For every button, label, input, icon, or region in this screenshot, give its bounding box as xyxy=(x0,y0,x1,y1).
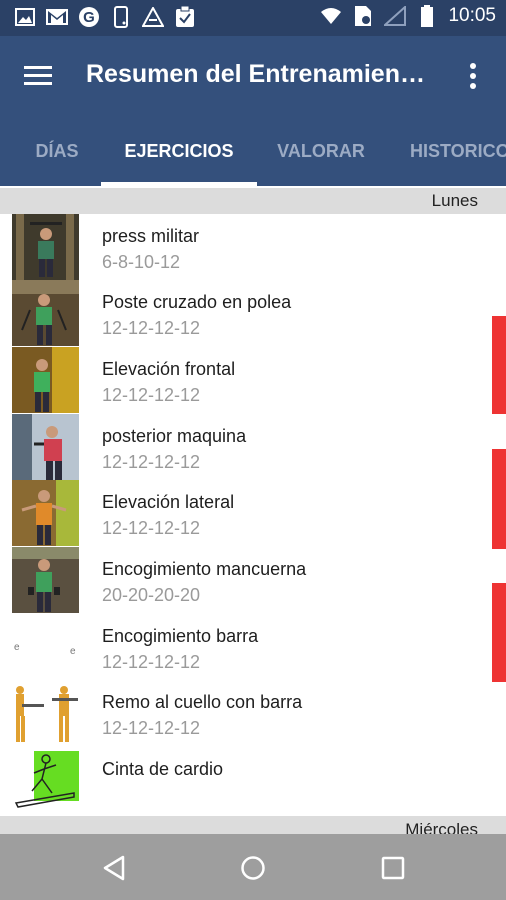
day-label: Lunes xyxy=(431,191,478,210)
hamburger-icon[interactable] xyxy=(16,54,60,98)
exercise-name: Remo al cuello con barra xyxy=(102,692,303,712)
list-item[interactable]: Remo al cuello con barra 12-12-12-12 xyxy=(0,680,506,746)
svg-text:e: e xyxy=(14,642,20,653)
exercise-name: Elevación lateral xyxy=(102,492,235,512)
sim-icon xyxy=(352,5,374,27)
exercise-reps: 12-12-12-12 xyxy=(102,518,201,538)
exercise-name: press militar xyxy=(102,226,200,246)
home-circle-icon[interactable] xyxy=(233,848,273,888)
tab-historico[interactable]: HISTORICO xyxy=(396,116,506,186)
exercise-name: Poste cruzado en polea xyxy=(102,292,292,312)
exercise-thumbnail xyxy=(12,680,79,746)
exercise-name: Elevación frontal xyxy=(102,359,236,379)
clipboard-icon xyxy=(174,6,196,28)
exercise-name: Encogimiento barra xyxy=(102,626,259,646)
exercise-reps: 12-12-12-12 xyxy=(102,452,201,472)
gmail-icon xyxy=(46,6,68,28)
exercise-thumbnail xyxy=(12,480,79,546)
list-item[interactable]: press militar 6-8-10-12 xyxy=(0,214,506,280)
exercise-thumbnail xyxy=(12,414,79,480)
list-item[interactable]: Cinta de cardio xyxy=(0,747,506,813)
tab-valorar[interactable]: VALORAR xyxy=(257,116,385,186)
tab-dias[interactable]: DÍAS xyxy=(0,116,114,186)
exercise-name: Cinta de cardio xyxy=(102,759,224,779)
exercise-reps: 12-12-12-12 xyxy=(102,718,201,738)
exercise-thumbnail: ee xyxy=(12,614,79,680)
google-icon: G xyxy=(78,6,100,28)
back-triangle-icon[interactable] xyxy=(94,848,134,888)
signal-icon xyxy=(384,5,407,27)
status-marker xyxy=(492,583,506,682)
recents-square-icon[interactable] xyxy=(373,848,413,888)
svg-text:e: e xyxy=(70,646,76,657)
day-label: Miércoles xyxy=(405,820,478,834)
more-vert-icon[interactable] xyxy=(458,56,488,96)
list-item[interactable]: Encogimiento mancuerna 20-20-20-20 xyxy=(0,547,506,613)
exercise-reps: 12-12-12-12 xyxy=(102,385,201,405)
exercise-name: Encogimiento mancuerna xyxy=(102,559,307,579)
exercise-reps: 12-12-12-12 xyxy=(102,318,201,338)
day-header: Lunes xyxy=(0,188,506,214)
battery-icon xyxy=(416,5,438,27)
list-item[interactable]: posterior maquina 12-12-12-12 xyxy=(0,414,506,480)
notification-icons: G xyxy=(14,6,196,28)
day-header: Miércoles xyxy=(0,816,506,834)
clock: 10:05 xyxy=(448,5,496,26)
nav-bar xyxy=(0,834,506,900)
app-icon xyxy=(142,6,164,28)
exercise-reps: 6-8-10-12 xyxy=(102,252,181,272)
system-icons: 10:05 xyxy=(320,5,496,27)
exercise-thumbnail xyxy=(12,747,79,813)
page-title: Resumen del Entrenamien… xyxy=(86,60,425,88)
list-item[interactable]: Elevación lateral 12-12-12-12 xyxy=(0,480,506,546)
image-icon xyxy=(14,6,36,28)
tab-ejercicios[interactable]: EJERCICIOS xyxy=(101,116,257,186)
list-item[interactable]: Poste cruzado en polea 12-12-12-12 xyxy=(0,280,506,346)
exercise-reps: 12-12-12-12 xyxy=(102,652,201,672)
exercise-thumbnail xyxy=(12,214,79,280)
phone-icon xyxy=(110,6,132,28)
status-bar: G 10:05 xyxy=(0,0,506,36)
exercise-name: posterior maquina xyxy=(102,426,247,446)
tab-bar: DÍAS EJERCICIOS VALORAR HISTORICO xyxy=(0,116,506,186)
tab-indicator xyxy=(101,182,257,186)
exercise-reps: 20-20-20-20 xyxy=(102,585,201,605)
status-marker xyxy=(492,316,506,414)
exercise-thumbnail xyxy=(12,347,79,413)
exercise-thumbnail xyxy=(12,547,79,613)
wifi-icon xyxy=(320,5,342,27)
exercise-thumbnail xyxy=(12,280,79,346)
list-item[interactable]: Elevación frontal 12-12-12-12 xyxy=(0,347,506,413)
app-bar: Resumen del Entrenamien… xyxy=(0,36,506,116)
status-marker xyxy=(492,449,506,549)
svg-text:G: G xyxy=(83,9,95,26)
list-item[interactable]: ee Encogimiento barra 12-12-12-12 xyxy=(0,614,506,680)
